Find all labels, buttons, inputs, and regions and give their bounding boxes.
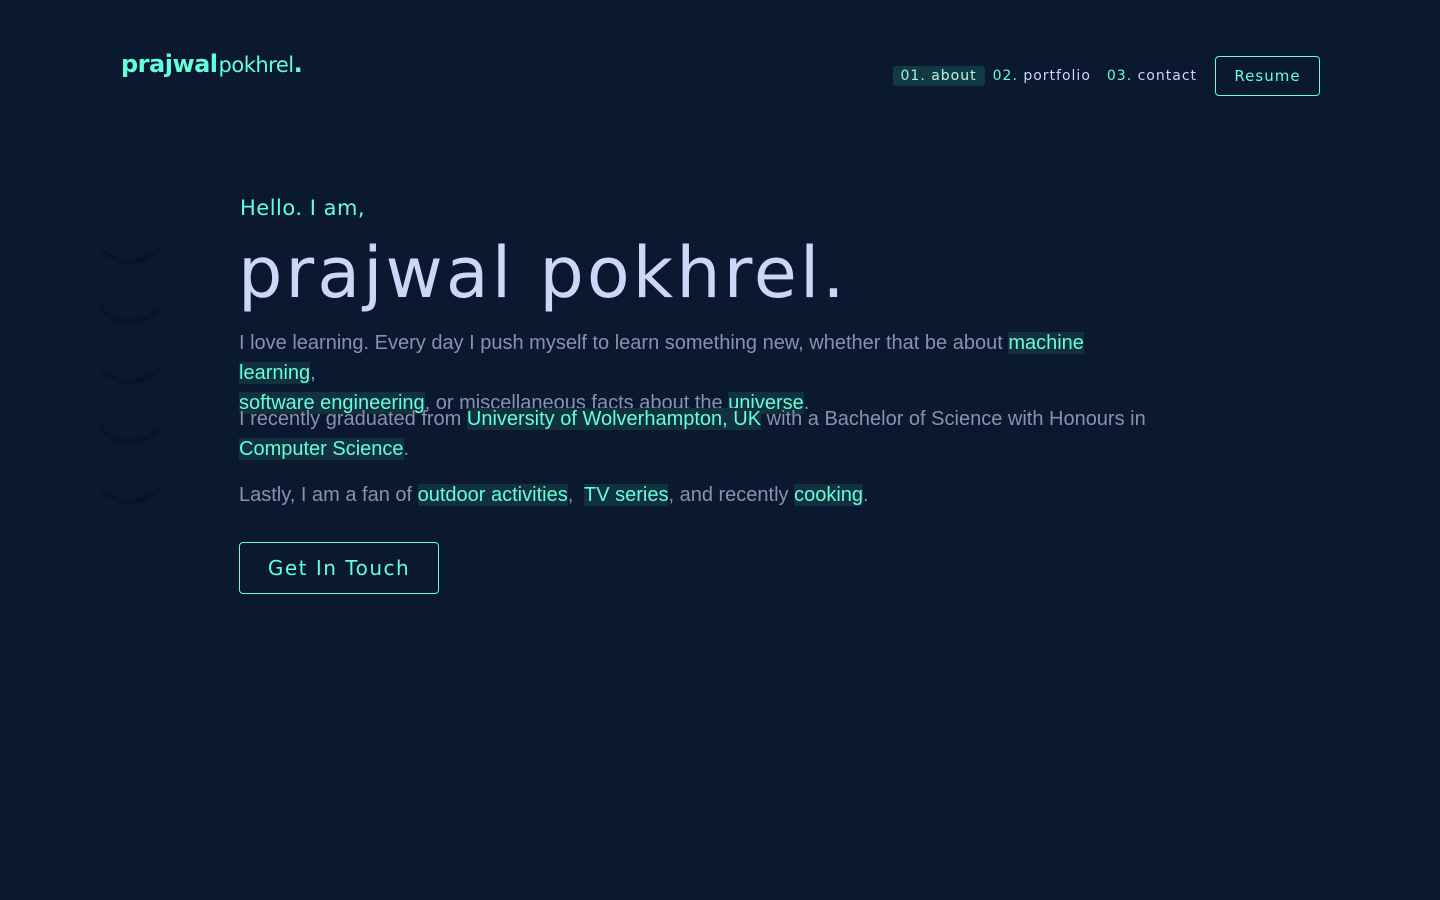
logo-dot: .: [293, 50, 303, 78]
nav-item-number: 02.: [992, 68, 1018, 84]
logo-first-name: prajwal: [121, 50, 218, 78]
nav-item-about[interactable]: 01. about: [892, 66, 985, 86]
nav-item-label: about: [931, 68, 977, 84]
highlight-outdoor-activities: outdoor activities: [417, 484, 568, 506]
highlight-tv-series: TV series: [584, 484, 669, 506]
site-logo[interactable]: prajwal pokhrel.: [121, 50, 303, 78]
hero-greeting: Hello. I am,: [240, 196, 366, 220]
hero-name: prajwal pokhrel.: [238, 232, 848, 314]
paragraph-text: I love learning. Every day I push myself…: [239, 332, 1009, 354]
paragraph-text: , and recently: [668, 484, 795, 506]
nav-item-contact[interactable]: 03. contact: [1099, 66, 1205, 86]
paragraph-text: .: [863, 484, 869, 506]
nav-item-portfolio[interactable]: 02. portfolio: [985, 66, 1099, 86]
highlight-computer-science: Computer Science: [239, 438, 404, 460]
intro-paragraph-education: I recently graduated from University of …: [239, 404, 1159, 464]
nav-item-label: contact: [1137, 68, 1197, 84]
paragraph-text: ,: [567, 484, 584, 506]
get-in-touch-button[interactable]: Get In Touch: [239, 542, 439, 594]
page: prajwal pokhrel. 01. about 02. portfolio …: [0, 0, 1440, 900]
decorative-arcs: [95, 195, 165, 505]
resume-button[interactable]: Resume: [1215, 56, 1320, 96]
paragraph-text: with a Bachelor of Science with Honours …: [761, 408, 1146, 430]
highlight-university: University of Wolverhampton, UK: [466, 408, 762, 430]
nav-item-label: portfolio: [1023, 68, 1091, 84]
arc-decoration: [95, 435, 165, 505]
paragraph-text: .: [403, 438, 410, 460]
nav-item-number: 01.: [900, 68, 926, 84]
highlight-cooking: cooking: [794, 484, 864, 506]
main-nav: 01. about 02. portfolio 03. contact Resu…: [892, 56, 1320, 96]
intro-paragraph-hobbies: Lastly, I am a fan of outdoor activities…: [239, 480, 1159, 510]
nav-item-number: 03.: [1106, 68, 1133, 84]
paragraph-text: Lastly, I am a fan of: [239, 484, 418, 506]
paragraph-text: I recently graduated from: [239, 408, 467, 430]
paragraph-text: ,: [310, 362, 316, 384]
logo-last-name: pokhrel: [218, 53, 295, 77]
